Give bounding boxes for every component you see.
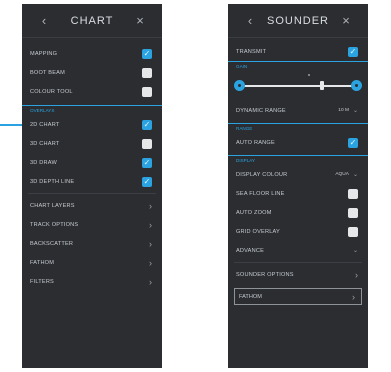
chevron-right-icon: › [352,291,355,302]
toggle-label: 3D CHART [30,140,60,147]
checkbox-unchecked[interactable] [348,207,358,218]
chevron-down-icon[interactable]: ⌄ [353,247,358,254]
close-icon[interactable]: × [134,13,146,28]
nav-filters[interactable]: FILTERS › [22,272,162,291]
toggle-row-sea-floor-line[interactable]: SEA FLOOR LINE [228,184,368,203]
chevron-right-icon: › [149,200,152,211]
toggle-row-auto-range[interactable]: AUTO RANGE ✓ [228,133,368,152]
dynamic-range-value: 10 M [338,108,349,113]
slider-handle[interactable] [320,81,324,90]
advance-label: ADVANCE [236,247,265,254]
section-range: RANGE [228,123,368,133]
section-gain: GAIN [228,61,368,71]
toggle-row-auto-zoom[interactable]: AUTO ZOOM [228,203,368,222]
toggle-label: COLOUR TOOL [30,88,73,95]
nav-label: BACKSCATTER [30,240,74,247]
chevron-down-icon[interactable]: ⌄ [353,171,358,178]
nav-label: SOUNDER OPTIONS [236,271,294,278]
toggle-row-grid-overlay[interactable]: GRID OVERLAY [228,222,368,241]
chevron-right-icon: › [355,269,358,280]
section-display: DISPLAY [228,155,368,165]
gain-slider[interactable] [228,71,368,101]
chevron-right-icon: › [149,219,152,230]
toggle-label: 3D DEPTH LINE [30,178,75,185]
toggle-label: GRID OVERLAY [236,228,280,235]
plus-icon[interactable] [351,80,362,91]
nav-label: TRACK OPTIONS [30,221,79,228]
toggle-label: TRANSMIT [236,48,267,55]
nav-track-options[interactable]: TRACK OPTIONS › [22,215,162,234]
section-overlays: OVERLAYS [22,105,162,115]
nav-label: FATHOM [239,293,262,300]
back-icon[interactable]: ‹ [244,13,256,28]
toggle-row-colour-tool[interactable]: COLOUR TOOL [22,82,162,101]
dynamic-range-row[interactable]: DYNAMIC RANGE 10 M ⌄ [228,101,368,120]
toggle-row-mapping[interactable]: MAPPING ✓ [22,44,162,63]
slider-track[interactable] [242,85,354,87]
nav-fathom[interactable]: FATHOM › [22,253,162,272]
toggle-label: AUTO RANGE [236,139,275,146]
advance-row[interactable]: ADVANCE ⌄ [228,241,368,260]
checkbox-checked[interactable]: ✓ [348,137,358,148]
slider-marker [308,74,310,76]
display-colour-row[interactable]: DISPLAY COLOUR AQUA ⌄ [228,165,368,184]
chevron-right-icon: › [149,276,152,287]
sounder-panel: ‹ SOUNDER × TRANSMIT ✓ GAIN DYNAMIC RANG… [228,4,368,368]
nav-label: CHART LAYERS [30,202,75,209]
chevron-right-icon: › [149,238,152,249]
checkbox-unchecked[interactable] [142,67,152,78]
sounder-panel-title: SOUNDER [266,14,329,27]
checkbox-checked[interactable]: ✓ [142,157,152,168]
nav-sounder-options[interactable]: SOUNDER OPTIONS › [228,265,368,284]
close-icon[interactable]: × [340,13,352,28]
nav-fathom-selected[interactable]: FATHOM › [234,288,362,305]
checkbox-checked[interactable]: ✓ [348,46,358,57]
toggle-label: 2D CHART [30,121,60,128]
checkbox-unchecked[interactable] [348,226,358,237]
checkbox-unchecked[interactable] [142,86,152,97]
checkbox-checked[interactable]: ✓ [142,48,152,59]
chart-panel-header: ‹ CHART × [22,4,162,38]
toggle-row-transmit[interactable]: TRANSMIT ✓ [228,42,368,61]
sounder-panel-header: ‹ SOUNDER × [228,4,368,38]
checkbox-checked[interactable]: ✓ [142,176,152,187]
nav-chart-layers[interactable]: CHART LAYERS › [22,196,162,215]
toggle-label: SEA FLOOR LINE [236,190,285,197]
checkbox-unchecked[interactable] [142,138,152,149]
toggle-row-2d-chart[interactable]: 2D CHART ✓ [22,115,162,134]
checkbox-checked[interactable]: ✓ [142,119,152,130]
display-colour-value: AQUA [335,172,349,177]
divider [234,262,362,263]
nav-label: FILTERS [30,278,54,285]
nav-backscatter[interactable]: BACKSCATTER › [22,234,162,253]
toggle-label: 3D DRAW [30,159,57,166]
divider [28,193,156,194]
minus-icon[interactable] [234,80,245,91]
toggle-row-3d-chart[interactable]: 3D CHART [22,134,162,153]
toggle-row-boot-beam[interactable]: BOOT BEAM [22,63,162,82]
back-icon[interactable]: ‹ [38,13,50,28]
toggle-label: BOOT BEAM [30,69,65,76]
toggle-row-3d-draw[interactable]: 3D DRAW ✓ [22,153,162,172]
toggle-label: MAPPING [30,50,58,57]
nav-label: FATHOM [30,259,55,266]
toggle-label: AUTO ZOOM [236,209,272,216]
connector-line [0,124,22,126]
display-colour-label: DISPLAY COLOUR [236,171,288,178]
toggle-row-3d-depth-line[interactable]: 3D DEPTH LINE ✓ [22,172,162,191]
dynamic-range-label: DYNAMIC RANGE [236,107,286,114]
checkbox-unchecked[interactable] [348,188,358,199]
chart-panel-title: CHART [70,14,114,27]
chevron-down-icon[interactable]: ⌄ [353,107,358,114]
chevron-right-icon: › [149,257,152,268]
chart-panel: ‹ CHART × MAPPING ✓ BOOT BEAM COLOUR TOO… [22,4,162,368]
